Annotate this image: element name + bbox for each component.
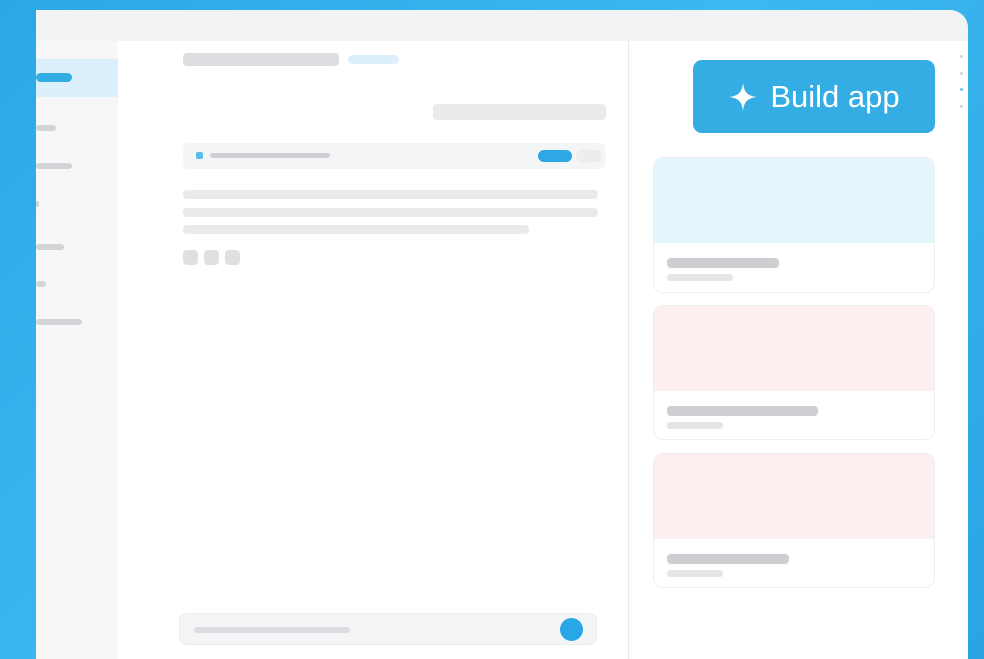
scroll-dot: [960, 105, 963, 108]
sidebar-item[interactable]: [36, 281, 46, 287]
header-action-placeholder[interactable]: [433, 104, 606, 120]
app-card-thumbnail: [654, 454, 934, 539]
sparkle-icon: [729, 82, 758, 111]
app-window: Build app: [36, 10, 968, 659]
sidebar: [36, 41, 118, 659]
sidebar-item[interactable]: [36, 319, 82, 325]
sidebar-item[interactable]: [36, 125, 56, 131]
app-card-thumbnail: [654, 158, 934, 243]
scroll-dot-active: [960, 88, 963, 91]
text-line-placeholder: [183, 208, 598, 217]
task-text-placeholder: [210, 153, 330, 158]
app-card-subtitle-placeholder: [667, 422, 723, 429]
scroll-dot: [960, 72, 963, 75]
app-card-subtitle-placeholder: [667, 570, 723, 577]
text-line-placeholder: [183, 190, 598, 199]
task-secondary-pill[interactable]: [576, 150, 602, 162]
status-badge-placeholder: [348, 55, 399, 64]
page-title-placeholder: [183, 53, 339, 66]
build-app-button[interactable]: Build app: [693, 60, 935, 133]
app-card[interactable]: [653, 157, 935, 293]
scroll-indicator[interactable]: [956, 55, 968, 115]
task-status-pill[interactable]: [538, 150, 572, 162]
attachment-chip[interactable]: [204, 250, 219, 265]
chat-input-placeholder: [194, 627, 350, 633]
sidebar-item[interactable]: [36, 244, 64, 250]
chat-input[interactable]: [179, 613, 597, 645]
app-card-subtitle-placeholder: [667, 274, 733, 281]
sidebar-item[interactable]: [36, 201, 39, 207]
app-card[interactable]: [653, 305, 935, 440]
main-panel: [118, 41, 628, 659]
app-card-title-placeholder: [667, 406, 818, 416]
attachment-chip[interactable]: [183, 250, 198, 265]
text-line-placeholder: [183, 225, 529, 234]
send-button[interactable]: [560, 618, 583, 641]
task-row[interactable]: [183, 143, 606, 169]
window-top-bar: [36, 10, 968, 41]
sidebar-item[interactable]: [36, 163, 72, 169]
app-card-title-placeholder: [667, 258, 779, 268]
app-card-thumbnail: [654, 306, 934, 391]
build-app-label: Build app: [770, 78, 900, 114]
scroll-dot: [960, 55, 963, 58]
app-card[interactable]: [653, 453, 935, 588]
app-card-title-placeholder: [667, 554, 789, 564]
sidebar-item-active-label-placeholder: [36, 73, 72, 82]
task-bullet-icon: [196, 152, 203, 159]
attachment-chip[interactable]: [225, 250, 240, 265]
right-panel: Build app: [629, 41, 968, 659]
sidebar-item-active[interactable]: [36, 59, 118, 97]
